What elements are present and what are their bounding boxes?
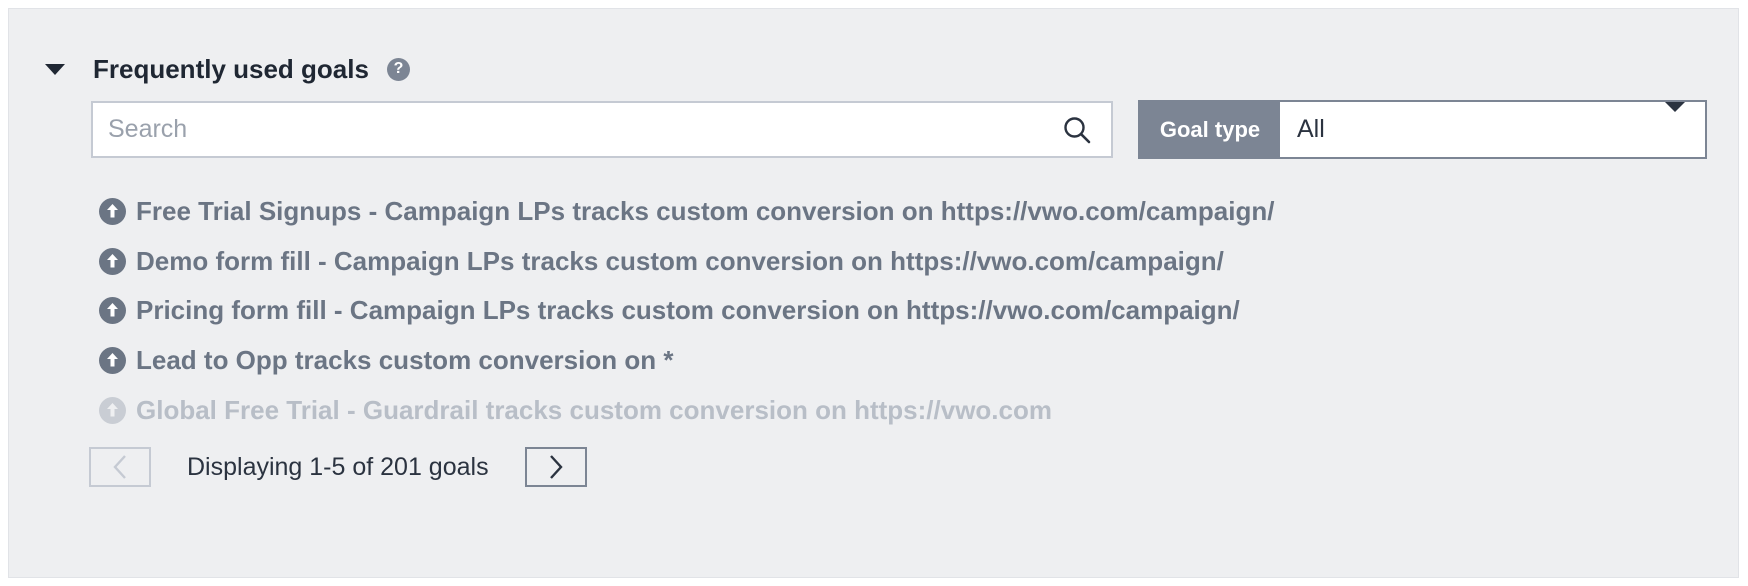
goal-text: Free Trial Signups - Campaign LPs tracks… [136, 195, 1275, 226]
frequently-used-goals-panel: Frequently used goals ? Goal type All Fr… [8, 8, 1739, 578]
goal-item[interactable]: Demo form fill - Campaign LPs tracks cus… [99, 244, 1224, 278]
arrow-up-circle-icon [99, 396, 126, 424]
goal-text: Demo form fill - Campaign LPs tracks cus… [136, 245, 1224, 276]
pagination-status: Displaying 1-5 of 201 goals [187, 452, 489, 481]
search-icon[interactable] [1057, 110, 1097, 150]
search-input[interactable] [93, 102, 1057, 157]
goal-item[interactable]: Pricing form fill - Campaign LPs tracks … [99, 293, 1240, 327]
chevron-left-icon [113, 455, 126, 479]
search-box [91, 101, 1113, 158]
caret-down-icon[interactable] [45, 63, 65, 75]
goal-type-label: Goal type [1140, 102, 1280, 157]
goal-item[interactable]: Global Free Trial - Guardrail tracks cus… [99, 393, 1052, 427]
goal-type-select[interactable]: Goal type All [1138, 100, 1707, 159]
chevron-down-icon[interactable] [1665, 102, 1685, 112]
help-circle-icon[interactable]: ? [386, 57, 410, 81]
goal-item[interactable]: Free Trial Signups - Campaign LPs tracks… [99, 194, 1274, 228]
arrow-up-circle-icon [99, 346, 126, 374]
section-title: Frequently used goals [93, 53, 369, 84]
chevron-right-icon [549, 455, 563, 479]
goal-text: Pricing form fill - Campaign LPs tracks … [136, 294, 1240, 325]
goal-text: Global Free Trial - Guardrail tracks cus… [136, 394, 1052, 425]
arrow-up-circle-icon [99, 296, 126, 324]
goal-type-value[interactable]: All [1280, 102, 1665, 157]
arrow-up-circle-icon [99, 197, 126, 225]
section-header: Frequently used goals ? [45, 47, 410, 91]
goal-item[interactable]: Lead to Opp tracks custom conversion on … [99, 343, 673, 377]
arrow-up-circle-icon [99, 247, 126, 275]
goal-text: Lead to Opp tracks custom conversion on … [136, 344, 674, 375]
next-page-button[interactable] [524, 447, 587, 487]
pagination: Displaying 1-5 of 201 goals [89, 445, 587, 489]
prev-page-button[interactable] [89, 447, 151, 487]
